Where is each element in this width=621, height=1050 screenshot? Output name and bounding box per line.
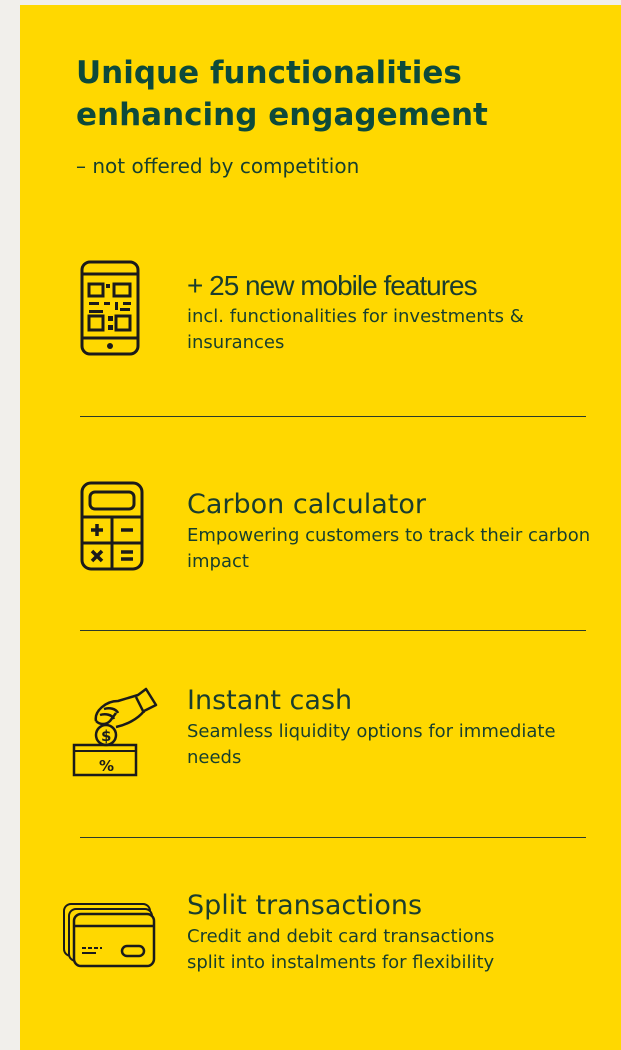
- feature-description: Credit and debit card transactions split…: [187, 926, 495, 973]
- divider: [80, 630, 586, 631]
- page-subtitle: – not offered by competition: [76, 154, 360, 178]
- credit-cards-icon: [60, 894, 160, 994]
- feature-heading: Split transactions: [187, 890, 423, 921]
- box-percent-label: %: [99, 757, 114, 775]
- calculator-icon: [60, 481, 160, 581]
- page-title: Unique functionalities enhancing engagem…: [76, 55, 488, 133]
- divider: [80, 416, 586, 417]
- feature-heading: Instant cash: [187, 685, 353, 716]
- mobile-qr-icon: [60, 260, 160, 360]
- feature-heading: + 25 new mobile features: [187, 270, 478, 301]
- divider: [80, 837, 586, 838]
- feature-description: Empowering customers to track their carb…: [187, 525, 591, 572]
- hand-coin-box-icon: % $: [60, 679, 160, 779]
- feature-heading: Carbon calculator: [187, 489, 426, 520]
- feature-card: Unique functionalities enhancing engagem…: [20, 5, 621, 1050]
- feature-description: incl. functionalities for investments & …: [187, 306, 524, 353]
- coin-dollar-label: $: [101, 727, 111, 745]
- feature-description: Seamless liquidity options for immediate…: [187, 721, 556, 768]
